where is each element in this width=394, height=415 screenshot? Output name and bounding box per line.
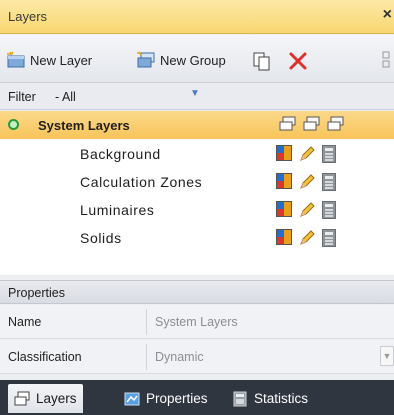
delete-layer-button[interactable]	[288, 49, 312, 71]
group-layer-icon[interactable]	[279, 116, 297, 132]
tree-item-label: Luminaires	[80, 202, 155, 218]
tab-layers[interactable]: Layers	[8, 384, 83, 413]
toolbar: New Layer New Group	[0, 35, 394, 83]
calculator-icon[interactable]	[322, 145, 336, 163]
pencil-icon[interactable]	[298, 229, 316, 247]
delete-icon	[288, 51, 308, 70]
layers-panel: Layers × New Layer New Group Filter - Al…	[0, 0, 394, 415]
statistics-icon	[232, 391, 248, 407]
properties-title: Properties	[8, 286, 65, 300]
layer-actions	[276, 173, 336, 191]
property-key: Name	[8, 315, 42, 329]
property-value-classification[interactable]: Dynamic	[146, 344, 394, 370]
filter-label: Filter	[8, 90, 36, 104]
new-layer-button[interactable]: New Layer	[6, 49, 92, 71]
copy-icon	[252, 51, 272, 71]
new-layer-label: New Layer	[30, 52, 93, 68]
color-icon[interactable]	[276, 173, 292, 189]
filter-value[interactable]: - All	[55, 90, 76, 104]
new-group-button[interactable]: New Group	[136, 49, 226, 71]
bottom-tab-bar: Layers Properties Statistics	[0, 380, 394, 415]
tree-item-label: System Layers	[38, 118, 130, 133]
property-key: Classification	[8, 350, 82, 364]
filter-row[interactable]: Filter - All ▼	[0, 84, 394, 110]
toolbar-overflow-icon[interactable]	[382, 49, 394, 71]
tree-row-background[interactable]: Background	[0, 140, 394, 168]
new-group-icon	[136, 51, 156, 69]
properties-icon	[124, 391, 140, 407]
status-dot-icon	[8, 119, 19, 130]
chevron-down-icon[interactable]: ▼	[190, 88, 200, 99]
layer-tree: System Layers Background Calculation Zon…	[0, 111, 394, 275]
copy-layer-button[interactable]	[252, 49, 276, 71]
properties-header: Properties	[0, 280, 394, 304]
property-row-classification: Classification Dynamic ▼	[0, 340, 394, 374]
group-actions	[279, 116, 345, 132]
tree-row-system-layers[interactable]: System Layers	[0, 111, 394, 139]
pencil-icon[interactable]	[298, 145, 316, 163]
calculator-icon[interactable]	[322, 229, 336, 247]
layers-icon	[14, 391, 30, 407]
close-icon[interactable]: ×	[383, 6, 392, 24]
color-icon[interactable]	[276, 229, 292, 245]
tree-row-solids[interactable]: Solids	[0, 224, 394, 252]
tab-label: Properties	[146, 391, 208, 406]
tab-properties[interactable]: Properties	[118, 384, 214, 413]
pencil-icon[interactable]	[298, 201, 316, 219]
tree-item-label: Background	[80, 146, 161, 162]
tree-item-label: Calculation Zones	[80, 174, 203, 190]
pencil-icon[interactable]	[298, 173, 316, 191]
group-layer-icon[interactable]	[303, 116, 321, 132]
layer-actions	[276, 145, 336, 163]
layer-actions	[276, 229, 336, 247]
layer-actions	[276, 201, 336, 219]
calculator-icon[interactable]	[322, 173, 336, 191]
tree-row-luminaires[interactable]: Luminaires	[0, 196, 394, 224]
new-group-label: New Group	[160, 52, 226, 68]
tab-statistics[interactable]: Statistics	[226, 384, 314, 413]
panel-title: Layers	[8, 9, 48, 24]
calculator-icon[interactable]	[322, 201, 336, 219]
property-row-name: Name System Layers	[0, 305, 394, 339]
chevron-down-icon[interactable]: ▼	[380, 346, 394, 366]
new-layer-icon	[6, 51, 26, 69]
tab-label: Statistics	[254, 391, 309, 406]
tab-label: Layers	[36, 391, 77, 406]
color-icon[interactable]	[276, 145, 292, 161]
title-bar: Layers ×	[0, 0, 394, 34]
property-value-name[interactable]: System Layers	[146, 309, 394, 335]
color-icon[interactable]	[276, 201, 292, 217]
tree-item-label: Solids	[80, 230, 122, 246]
group-layer-icon[interactable]	[327, 116, 345, 132]
tree-row-calculation-zones[interactable]: Calculation Zones	[0, 168, 394, 196]
